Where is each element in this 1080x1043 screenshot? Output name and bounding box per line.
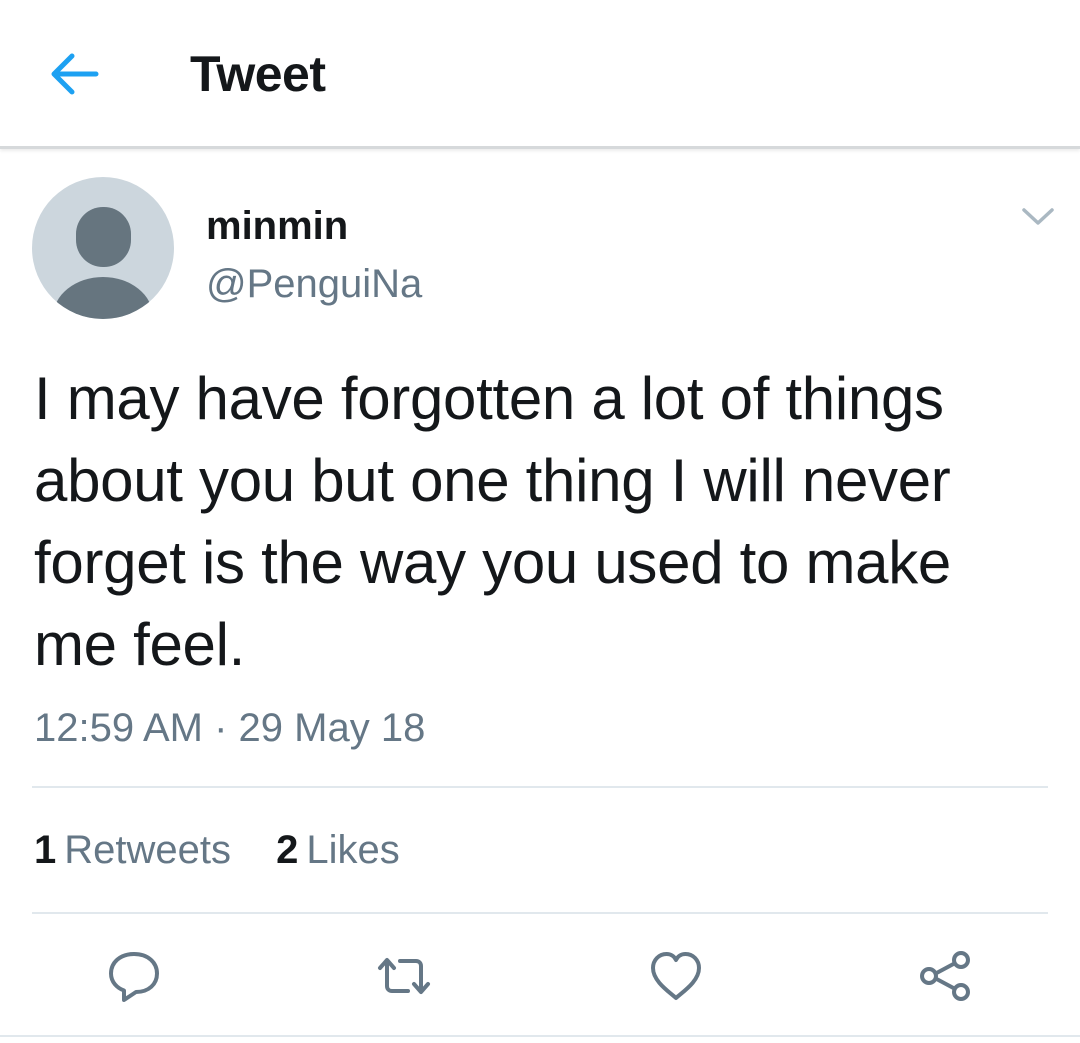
retweets-stat[interactable]: 1 Retweets [34,826,231,874]
engagement-stats: 1 Retweets 2 Likes [34,826,434,874]
likes-stat[interactable]: 2 Likes [276,826,400,874]
share-icon [920,951,970,1001]
top-app-bar: Tweet [0,0,1080,149]
back-button[interactable] [44,46,104,102]
author-handle[interactable]: @PenguiNa [206,260,422,308]
reply-icon [109,952,159,1002]
tweet-text: I may have forgotten a lot of things abo… [34,365,951,678]
avatar[interactable] [32,177,174,319]
page-title: Tweet [190,46,326,102]
chevron-down-icon [1022,208,1054,225]
like-button[interactable] [646,946,706,1006]
retweet-icon [378,958,430,994]
retweets-label: Retweets [64,828,231,872]
default-avatar-icon [53,207,153,319]
arrow-left-icon [51,53,99,95]
share-button[interactable] [915,946,975,1006]
tweet-timestamp[interactable]: 12:59 AM · 29 May 18 [34,704,425,752]
author-display-name[interactable]: minmin [206,202,348,250]
divider [32,786,1048,788]
divider [32,912,1048,914]
bottom-divider [0,1035,1080,1037]
heart-icon [651,952,701,1000]
likes-count: 2 [276,828,299,872]
retweet-button[interactable] [374,946,434,1006]
tweet-menu-button[interactable] [1016,198,1060,234]
retweets-count: 1 [34,828,57,872]
reply-button[interactable] [104,946,164,1006]
likes-label: Likes [306,828,400,872]
